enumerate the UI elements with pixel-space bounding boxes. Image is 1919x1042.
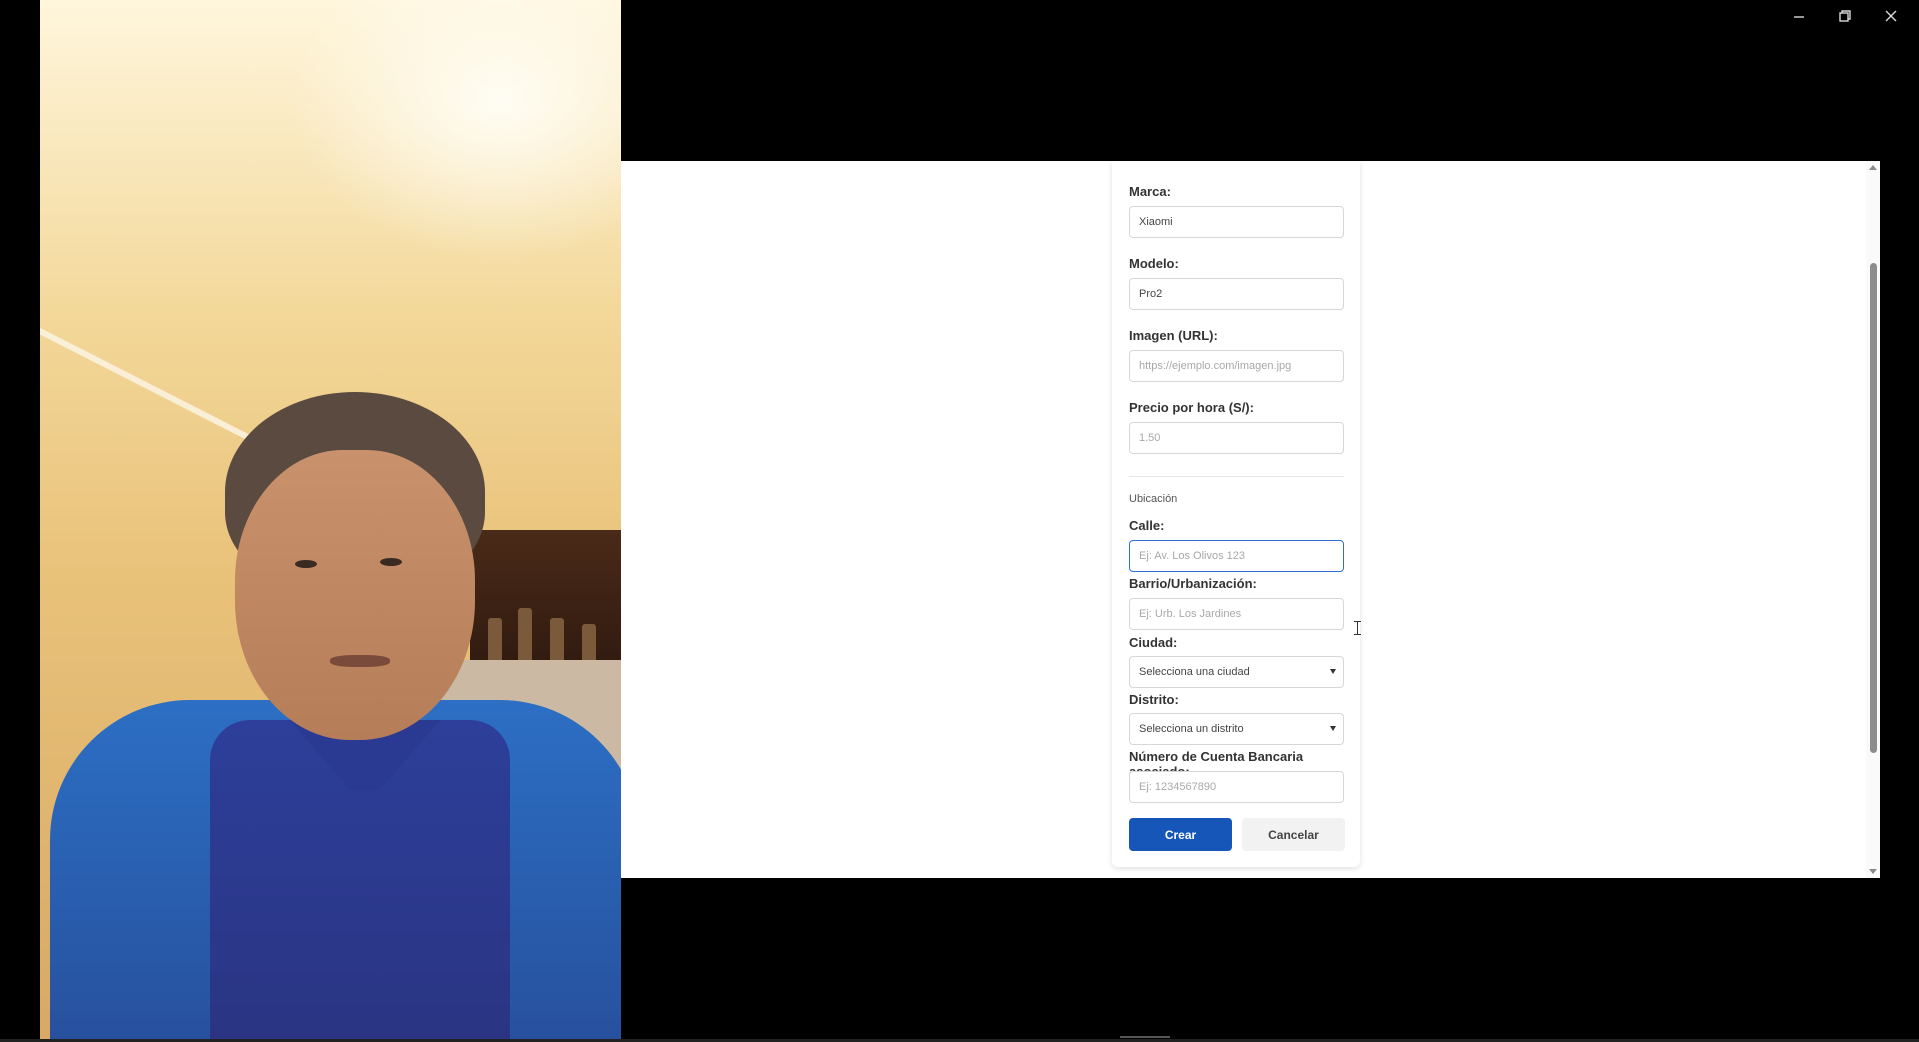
vertical-scrollbar[interactable] xyxy=(1866,161,1880,878)
scroll-up-icon[interactable] xyxy=(1869,165,1877,170)
webcam-video xyxy=(40,0,621,1040)
distrito-select-wrapper: Selecciona un distrito xyxy=(1129,713,1344,745)
minimize-button[interactable] xyxy=(1785,6,1813,26)
close-button[interactable] xyxy=(1877,6,1905,26)
person-face xyxy=(235,450,475,740)
ciudad-label: Ciudad: xyxy=(1129,635,1178,650)
restore-button[interactable] xyxy=(1831,6,1859,26)
ciudad-select[interactable]: Selecciona una ciudad xyxy=(1129,656,1344,688)
imagen-url-input[interactable] xyxy=(1129,350,1344,382)
calle-input[interactable] xyxy=(1129,540,1344,572)
marca-input[interactable] xyxy=(1129,206,1344,238)
person-eye xyxy=(380,558,402,566)
cancelar-button[interactable]: Cancelar xyxy=(1242,818,1345,851)
close-icon xyxy=(1885,10,1897,22)
barrio-input[interactable] xyxy=(1129,598,1344,630)
bottom-indicator xyxy=(1120,1036,1170,1038)
text-cursor-icon xyxy=(1354,621,1362,635)
restore-icon xyxy=(1839,10,1851,22)
calle-label: Calle: xyxy=(1129,518,1165,533)
crear-button[interactable]: Crear xyxy=(1129,818,1232,851)
person-eye xyxy=(295,560,317,568)
scrollbar-thumb[interactable] xyxy=(1870,263,1877,753)
window-controls xyxy=(1785,6,1905,26)
precio-input[interactable] xyxy=(1129,422,1344,454)
ciudad-select-wrapper: Selecciona una ciudad xyxy=(1129,656,1344,688)
minimize-icon xyxy=(1794,16,1804,18)
barrio-label: Barrio/Urbanización: xyxy=(1129,576,1257,591)
imagen-label: Imagen (URL): xyxy=(1129,328,1218,343)
distrito-label: Distrito: xyxy=(1129,692,1179,707)
person-mouth xyxy=(330,655,390,667)
modelo-label: Modelo: xyxy=(1129,256,1179,271)
cuenta-bancaria-input[interactable] xyxy=(1129,771,1344,803)
light-glow xyxy=(290,0,621,260)
precio-label: Precio por hora (S/): xyxy=(1129,400,1254,415)
marca-label: Marca: xyxy=(1129,184,1171,199)
scroll-down-icon[interactable] xyxy=(1869,869,1877,874)
distrito-select[interactable]: Selecciona un distrito xyxy=(1129,713,1344,745)
form-card: Marca: Modelo: Imagen (URL): Precio por … xyxy=(1112,161,1362,867)
modelo-input[interactable] xyxy=(1129,278,1344,310)
shared-screen: Marca: Modelo: Imagen (URL): Precio por … xyxy=(621,161,1880,878)
section-divider xyxy=(1129,476,1344,477)
ubicacion-section-title: Ubicación xyxy=(1129,493,1178,505)
